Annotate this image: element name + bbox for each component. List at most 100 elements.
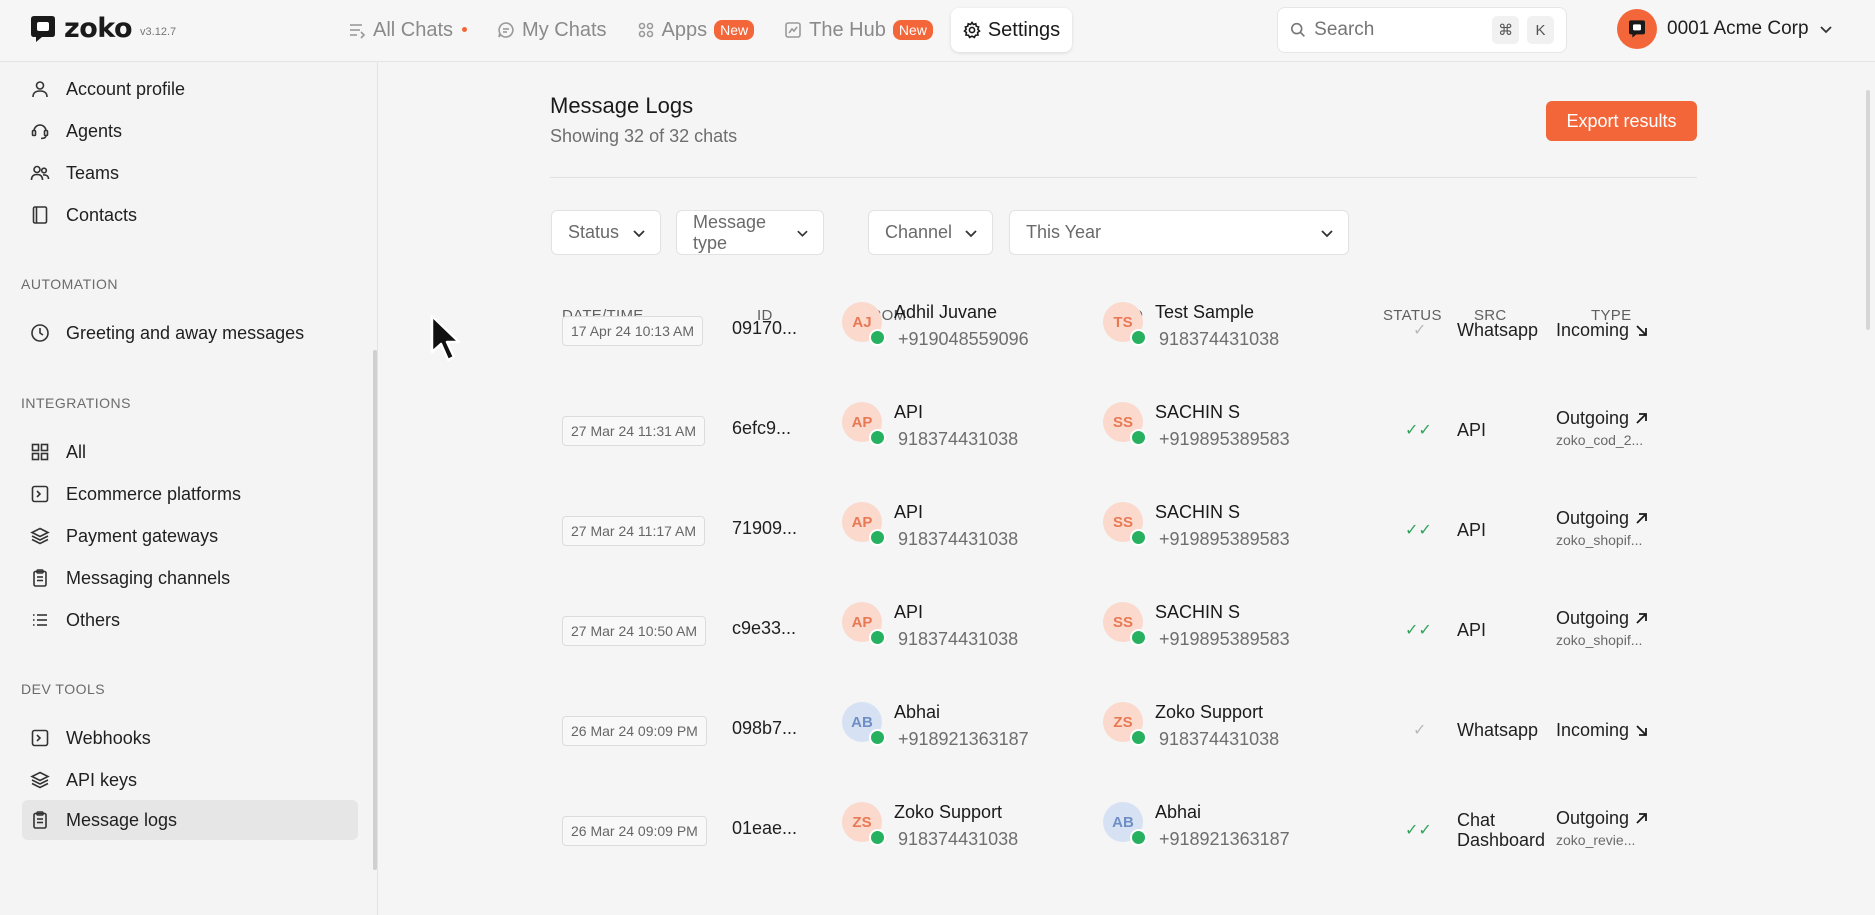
shortcut-cmd-key: ⌘ [1492, 16, 1520, 44]
sidebar-item-others[interactable]: Others [22, 600, 358, 640]
from-name: API [894, 402, 924, 422]
sidebar-item-message-logs[interactable]: Message logs [22, 800, 358, 840]
layers-icon [30, 527, 50, 545]
avatar: AP [842, 502, 886, 546]
sidebar-item-label: Others [66, 609, 121, 630]
sidebar-item-label: Teams [66, 162, 120, 183]
sidebar-scrollbar[interactable] [373, 350, 377, 870]
mouse-cursor-icon [430, 314, 461, 362]
to-name: Abhai [1155, 802, 1202, 822]
search-input[interactable] [1314, 19, 1485, 41]
to-number: +918921363187 [1159, 829, 1290, 849]
nav-settings[interactable]: Settings [950, 8, 1073, 52]
from-name: Adhil Juvane [894, 302, 998, 322]
avatar-initials: ZS [852, 813, 872, 831]
from-number: +919048559096 [898, 329, 1029, 349]
sidebar-item-api-keys[interactable]: API keys [22, 760, 358, 800]
template-name: zoko_shopif... [1556, 532, 1643, 548]
user-icon [32, 81, 48, 98]
status-filter-label: Status [568, 222, 620, 242]
row-from: ZS Zoko Support 918374431038 [842, 802, 1018, 850]
settings-sidebar: Account profile Agents Teams Contacts AU… [0, 62, 378, 915]
sidebar-item-all[interactable]: All [22, 432, 358, 472]
table-row[interactable]: 27 Mar 24 11:31 AM 6efc9... AP API 91837… [550, 390, 1697, 490]
logo[interactable]: zoko v3.12.7 [30, 13, 176, 44]
header-divider [550, 177, 1697, 178]
avatar-initials: AB [851, 713, 873, 731]
sidebar-item-teams[interactable]: Teams [22, 153, 358, 193]
sidebar-item-greeting-away[interactable]: Greeting and away messages [22, 313, 358, 353]
sidebar-item-label: Messaging channels [66, 567, 231, 588]
template-name: zoko_shopif... [1556, 632, 1643, 648]
sidebar-item-label: API keys [66, 769, 138, 790]
message-type-filter[interactable]: Message type [676, 210, 824, 255]
nav-all-chats[interactable]: All Chats [336, 8, 479, 52]
layers-icon [30, 771, 50, 789]
from-number: 918374431038 [898, 429, 1019, 449]
sidebar-item-account-profile[interactable]: Account profile [22, 69, 358, 109]
type-label: Outgoing [1556, 808, 1630, 828]
sidebar-section-automation: AUTOMATION [21, 276, 119, 292]
chevron-down-icon [797, 230, 808, 237]
date-range-filter[interactable]: This Year [1009, 210, 1349, 255]
sidebar-item-messaging-channels[interactable]: Messaging channels [22, 558, 358, 598]
sidebar-item-agents[interactable]: Agents [22, 111, 358, 151]
chevron-down-icon [1321, 229, 1333, 237]
row-from: AB Abhai +918921363187 [842, 702, 1029, 750]
avatar-initials: AP [851, 413, 873, 431]
row-type: Outgoing zoko_revie... [1556, 808, 1648, 848]
avatar-initials: ZS [1113, 713, 1133, 731]
double-check-icon: ✓✓ [1405, 422, 1432, 439]
row-id: 6efc9... [732, 418, 792, 438]
from-number: 918374431038 [898, 529, 1019, 549]
sidebar-item-label: Account profile [66, 78, 186, 99]
whatsapp-icon [869, 829, 886, 846]
main-scrollbar[interactable] [1866, 90, 1870, 330]
arrow-down-right-icon [1636, 325, 1647, 336]
src-label: Chat [1457, 810, 1496, 830]
sidebar-item-contacts[interactable]: Contacts [22, 195, 358, 235]
arrow-up-right-icon [1636, 613, 1647, 624]
table-row[interactable]: 26 Mar 24 09:09 PM 098b7... AB Abhai +91… [550, 690, 1697, 790]
avatar-initials: SS [1112, 613, 1133, 631]
avatar: AP [842, 602, 886, 646]
channel-filter[interactable]: Channel [868, 210, 993, 255]
table-row[interactable]: 26 Mar 24 09:09 PM 01eae... ZS Zoko Supp… [550, 790, 1697, 890]
double-check-icon: ✓✓ [1405, 822, 1432, 839]
whatsapp-icon [869, 529, 886, 546]
src-label: API [1457, 520, 1487, 540]
to-number: 918374431038 [1159, 329, 1280, 349]
nav-the-hub[interactable]: The Hub New [772, 8, 945, 52]
whatsapp-icon [1130, 829, 1147, 846]
app-version: v3.12.7 [140, 25, 177, 38]
row-to: ZS Zoko Support 918374431038 [1103, 702, 1279, 750]
clock-icon [31, 324, 49, 342]
status-filter[interactable]: Status [551, 210, 661, 255]
nav-my-chats[interactable]: My Chats [485, 8, 618, 52]
to-name: SACHIN S [1155, 402, 1241, 422]
row-src: API [1457, 620, 1486, 640]
export-results-button[interactable]: Export results [1546, 101, 1697, 141]
table-row[interactable]: 27 Mar 24 10:50 AM c9e33... AP API 91837… [550, 590, 1697, 690]
to-number: +919895389583 [1159, 629, 1290, 649]
whatsapp-icon [1130, 529, 1147, 546]
nav-apps[interactable]: Apps New [625, 8, 767, 52]
template-name: zoko_cod_2... [1556, 432, 1644, 448]
chart-square-icon [785, 22, 801, 38]
table-row[interactable]: 17 Apr 24 10:13 AM 09170... AJ Adhil Juv… [550, 290, 1697, 390]
whatsapp-icon [869, 729, 886, 746]
sidebar-item-ecommerce-platforms[interactable]: Ecommerce platforms [22, 474, 358, 514]
sidebar-item-payment-gateways[interactable]: Payment gateways [22, 516, 358, 556]
logo-text: zoko [64, 13, 133, 44]
row-to: SS SACHIN S +919895389583 [1103, 402, 1290, 450]
table-row[interactable]: 27 Mar 24 11:17 AM 71909... AP API 91837… [550, 490, 1697, 590]
avatar-initials: AP [851, 613, 873, 631]
account-switcher[interactable]: 0001 Acme Corp [1617, 9, 1833, 49]
sidebar-item-webhooks[interactable]: Webhooks [22, 718, 358, 758]
type-label: Outgoing [1556, 608, 1630, 628]
row-to: SS SACHIN S +919895389583 [1103, 602, 1290, 650]
to-name: SACHIN S [1155, 602, 1241, 622]
contact-book-icon [32, 206, 48, 224]
search-box[interactable]: ⌘ K [1277, 7, 1567, 53]
to-number: +919895389583 [1159, 529, 1290, 549]
